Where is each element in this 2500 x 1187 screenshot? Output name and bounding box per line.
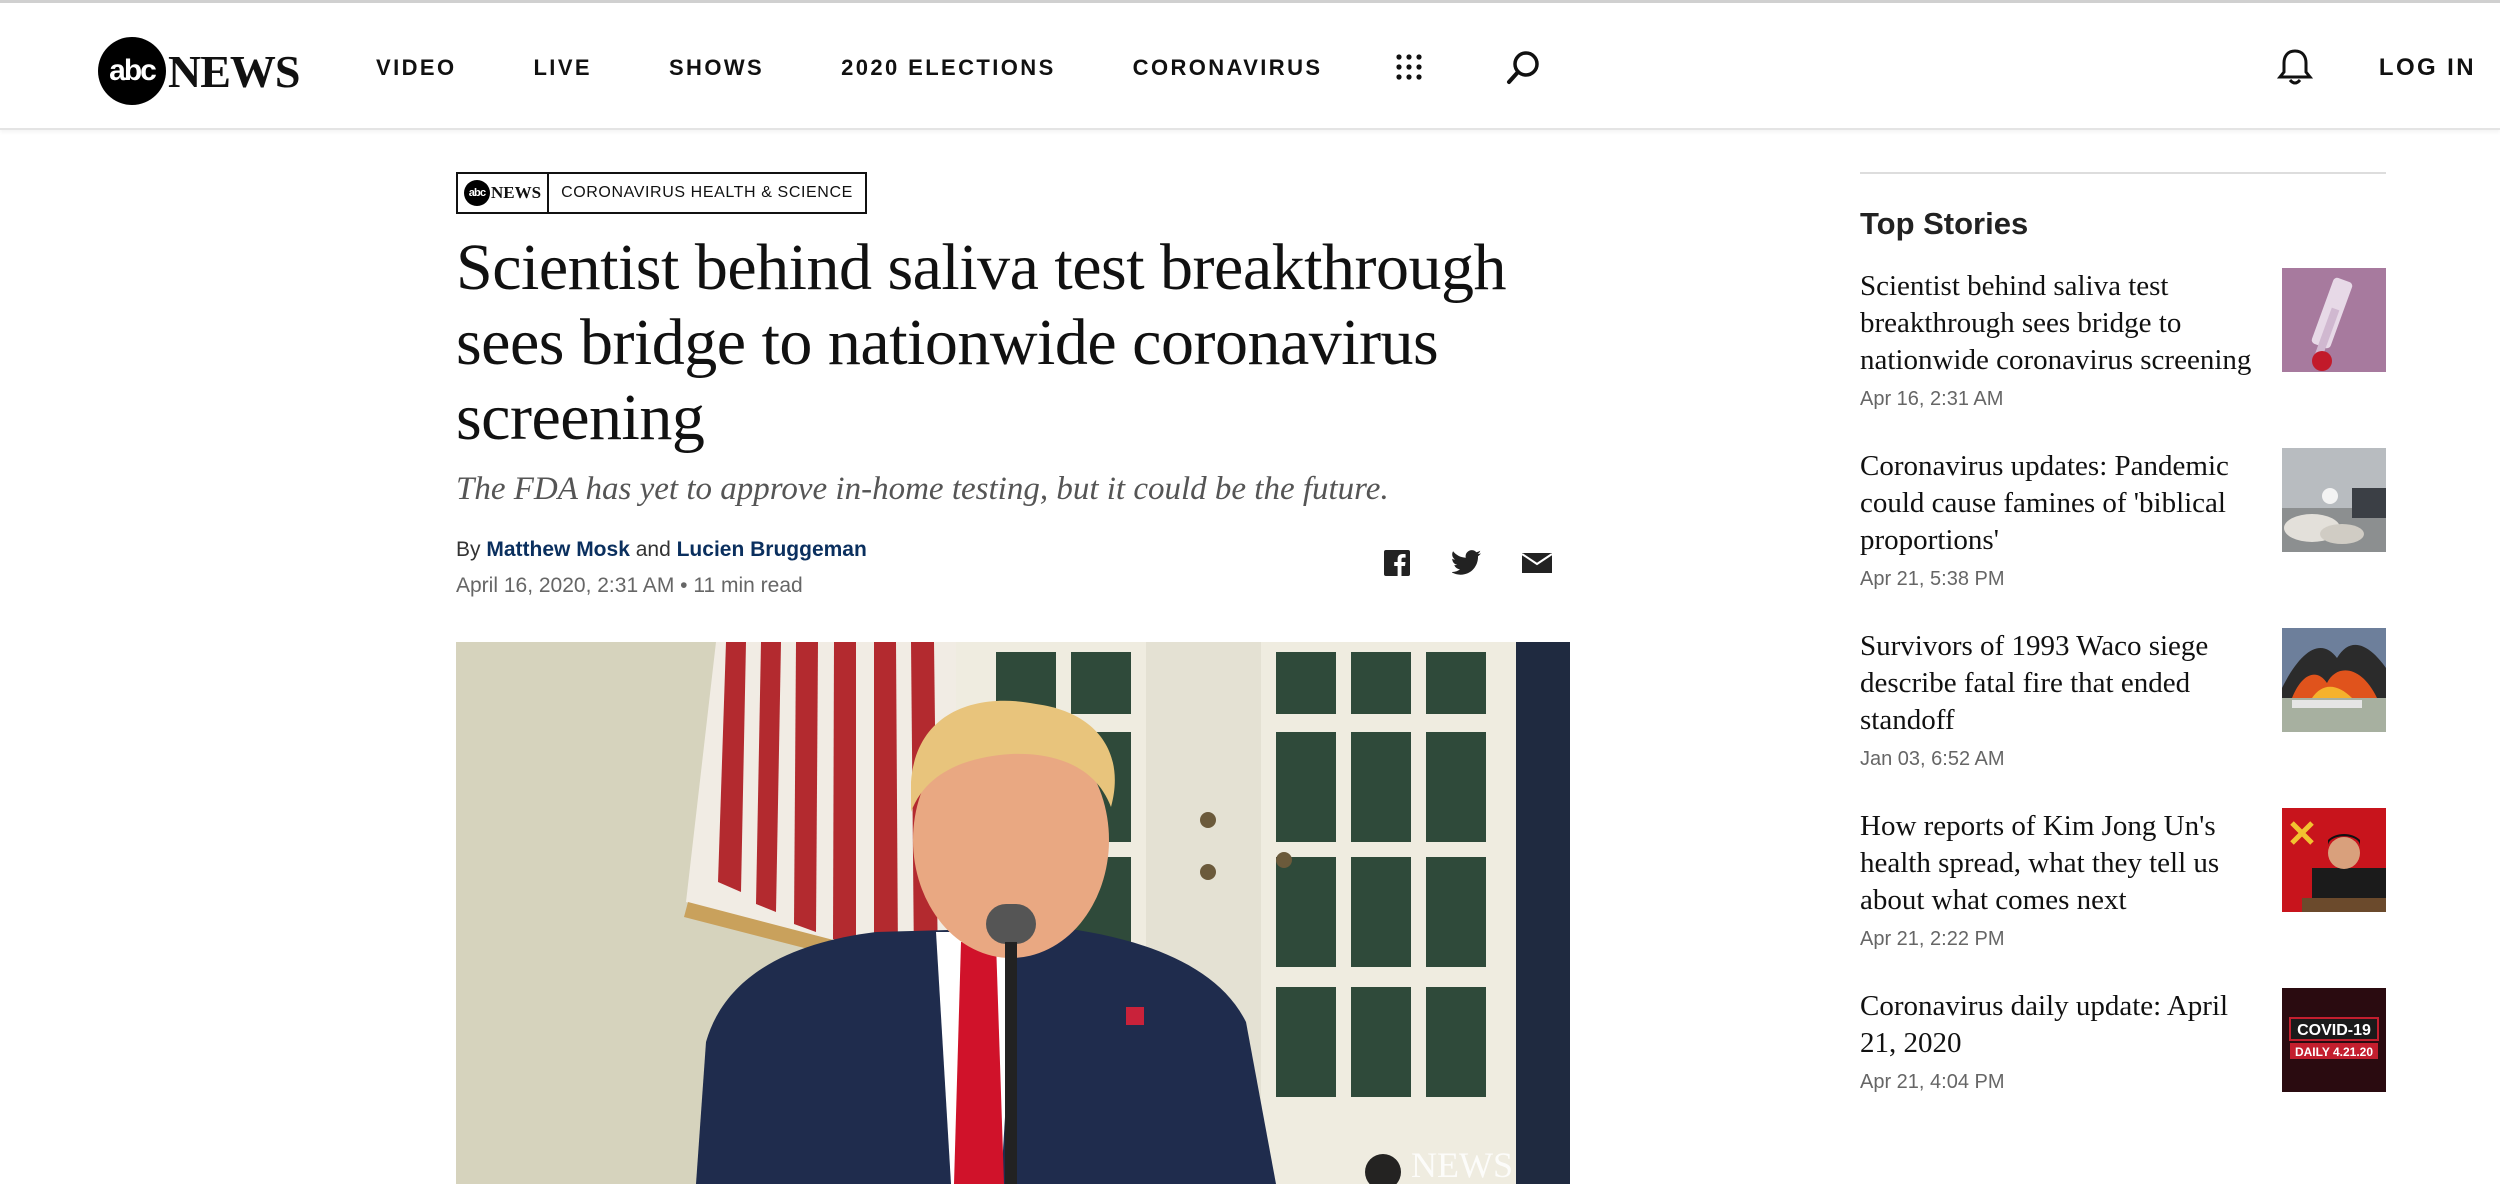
byline-row: By Matthew Mosk and Lucien Bruggeman Apr… [456, 538, 1572, 608]
nav-shows[interactable]: SHOWS [669, 55, 764, 81]
bell-icon[interactable] [2277, 49, 2313, 85]
article-headline: Scientist behind saliva test breakthroug… [456, 231, 1506, 454]
nav-live[interactable]: LIVE [533, 55, 592, 81]
share-buttons [1382, 548, 1552, 578]
story-date: Jan 03, 6:52 AM [1860, 748, 2005, 770]
story-date: Apr 21, 4:04 PM [1860, 1071, 2005, 1093]
twitter-icon[interactable] [1452, 548, 1482, 578]
story-title[interactable]: Coronavirus daily update: April 21, 2020 [1860, 988, 2252, 1062]
story-thumbnail[interactable]: COVID-19 DAILY 4.21.20 [2282, 988, 2386, 1092]
story-date: Apr 21, 2:22 PM [1860, 928, 2005, 950]
story-thumbnail[interactable] [2282, 628, 2386, 732]
thumb-daily-label: DAILY 4.21.20 [2295, 1045, 2373, 1059]
story-thumbnail[interactable] [2282, 268, 2386, 372]
apps-grid-icon[interactable] [1391, 49, 1427, 85]
hero-photo: NEWS [456, 642, 1570, 1184]
section-tag-logo-circle: abc [464, 180, 490, 206]
hero-watermark: NEWS [1411, 1145, 1513, 1184]
article: abc NEWS CORONAVIRUS HEALTH & SCIENCE Sc… [456, 172, 1572, 1184]
story-title[interactable]: Coronavirus updates: Pandemic could caus… [1860, 448, 2252, 559]
logo-wordmark: NEWS [168, 45, 300, 97]
login-button[interactable]: LOG IN [2379, 3, 2476, 133]
story-date: Apr 16, 2:31 AM [1860, 388, 2004, 410]
story-item[interactable]: Coronavirus updates: Pandemic could caus… [1860, 448, 2386, 628]
search-icon[interactable] [1506, 49, 1542, 85]
author-link-1[interactable]: Matthew Mosk [486, 538, 630, 561]
story-text: Scientist behind saliva test breakthroug… [1860, 268, 2252, 411]
logo-circle: abc [98, 37, 166, 105]
section-tag-logo: abc NEWS [458, 174, 550, 212]
story-title[interactable]: Scientist behind saliva test breakthroug… [1860, 268, 2252, 379]
section-tag-label: CORONAVIRUS HEALTH & SCIENCE [561, 184, 853, 201]
hero-image[interactable]: NEWS [456, 642, 1570, 1184]
article-dek: The FDA has yet to approve in-home testi… [456, 471, 1389, 507]
main-nav: VIDEO LIVE SHOWS 2020 ELECTIONS CORONAVI… [376, 3, 1399, 133]
top-navigation-bar: abc NEWS VIDEO LIVE SHOWS 2020 ELECTIONS… [0, 0, 2500, 130]
author-link-2[interactable]: Lucien Bruggeman [677, 538, 867, 561]
and-label: and [635, 538, 671, 561]
story-title[interactable]: How reports of Kim Jong Un's health spre… [1860, 808, 2252, 919]
story-text: Coronavirus daily update: April 21, 2020… [1860, 988, 2252, 1094]
story-text: Coronavirus updates: Pandemic could caus… [1860, 448, 2252, 591]
story-date: Apr 21, 5:38 PM [1860, 568, 2005, 590]
section-tag[interactable]: abc NEWS CORONAVIRUS HEALTH & SCIENCE [456, 172, 867, 214]
story-item[interactable]: Survivors of 1993 Waco siege describe fa… [1860, 628, 2386, 808]
story-item[interactable]: Scientist behind saliva test breakthroug… [1860, 268, 2386, 448]
email-icon[interactable] [1522, 548, 1552, 578]
story-thumbnail[interactable] [2282, 448, 2386, 552]
abc-news-logo[interactable]: abc NEWS [98, 37, 300, 105]
thumb-covid-label: COVID-19 [2297, 1022, 2371, 1039]
story-item[interactable]: Coronavirus daily update: April 21, 2020… [1860, 988, 2386, 1168]
publish-date: April 16, 2020, 2:31 AM [456, 574, 675, 597]
nav-coronavirus[interactable]: CORONAVIRUS [1133, 55, 1323, 81]
story-thumbnail[interactable] [2282, 808, 2386, 912]
facebook-icon[interactable] [1382, 548, 1412, 578]
section-tag-logo-word: NEWS [491, 183, 542, 202]
story-item[interactable]: How reports of Kim Jong Un's health spre… [1860, 808, 2386, 988]
read-time: • 11 min read [680, 574, 803, 597]
top-stories-sidebar: Top Stories Scientist behind saliva test… [1860, 172, 2386, 1168]
top-stories-title: Top Stories [1860, 206, 2029, 241]
by-label: By [456, 538, 481, 561]
nav-video[interactable]: VIDEO [376, 55, 456, 81]
story-text: How reports of Kim Jong Un's health spre… [1860, 808, 2252, 951]
story-title[interactable]: Survivors of 1993 Waco siege describe fa… [1860, 628, 2252, 739]
story-text: Survivors of 1993 Waco siege describe fa… [1860, 628, 2252, 771]
nav-2020-elections[interactable]: 2020 ELECTIONS [841, 55, 1056, 81]
